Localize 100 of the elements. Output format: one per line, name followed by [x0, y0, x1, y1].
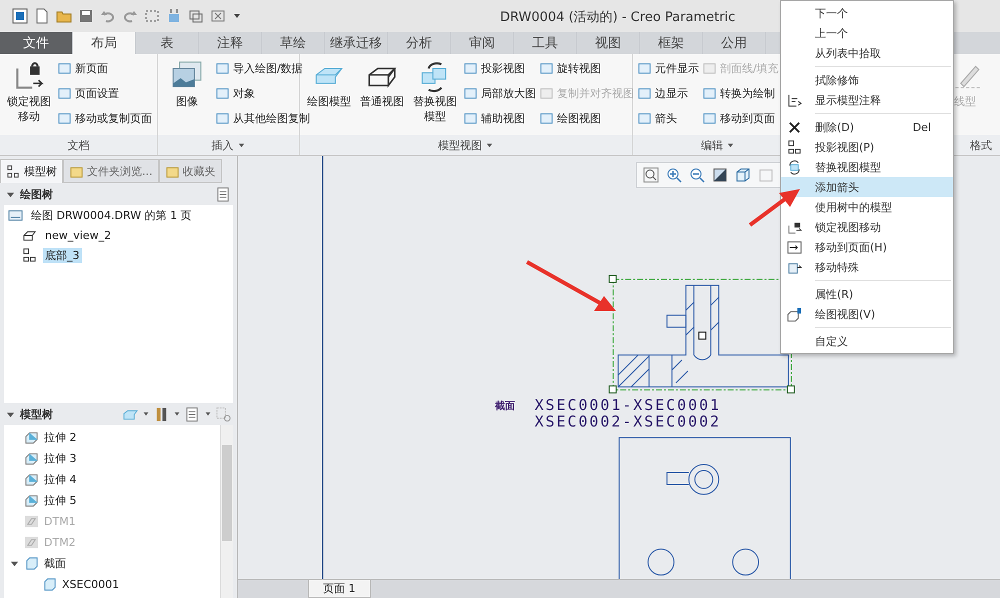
ribbon-button[interactable]: 绘图视图: [539, 108, 634, 129]
caret-icon[interactable]: [236, 140, 246, 150]
extrude-icon: [24, 493, 39, 508]
view-icon: [637, 86, 652, 101]
ribbon-button[interactable]: 局部放大图: [463, 83, 536, 104]
view-icon: [57, 86, 72, 101]
ribbon-button[interactable]: 锁定视图移动: [4, 58, 54, 126]
menu-item[interactable]: 替换视图模型: [781, 157, 953, 177]
menu-item[interactable]: 移动到页面(H): [781, 237, 953, 257]
app-icon[interactable]: [12, 8, 28, 24]
view-icon: [539, 61, 554, 76]
view-icon: [463, 61, 478, 76]
list-settings-icon[interactable]: [216, 186, 231, 202]
list-settings-icon[interactable]: [185, 406, 200, 422]
view-icon: [463, 111, 478, 126]
ribbon-button[interactable]: 页面设置: [57, 83, 152, 104]
ribbon-button[interactable]: 移动或复制页面: [57, 108, 152, 129]
panel-tab[interactable]: 文件夹浏览...: [63, 159, 158, 183]
section-label: 截面: [494, 400, 515, 412]
delete-icon: [786, 120, 802, 134]
caret-icon[interactable]: [173, 410, 181, 418]
collapse-icon[interactable]: [6, 410, 15, 418]
drawing-view-icon: [786, 306, 802, 322]
select-box-icon[interactable]: [144, 8, 160, 24]
ribbon-button[interactable]: 元件显示: [637, 58, 699, 79]
panel-tab[interactable]: 模型树: [0, 159, 63, 183]
zoom-out-icon[interactable]: [689, 167, 705, 183]
section-name: XSEC0002-XSEC0002: [534, 412, 721, 431]
menu-item[interactable]: 使用树中的模型: [781, 197, 953, 217]
save-icon[interactable]: [78, 8, 94, 24]
window-title: DRW0004 (活动的) - Creo Parametric: [500, 9, 736, 26]
view-icon: [702, 86, 717, 101]
page-tab[interactable]: 页面 1: [308, 580, 370, 598]
tree-item[interactable]: new_view_2: [43, 229, 114, 242]
menu-item[interactable]: 上一个: [781, 23, 953, 43]
ribbon-button[interactable]: 图像: [162, 58, 212, 111]
tree-item[interactable]: 绘图 DRW0004.DRW 的第 1 页: [29, 208, 194, 223]
section-icon: [24, 556, 39, 571]
view-icon: [215, 61, 230, 76]
panel-tab[interactable]: 收藏夹: [158, 159, 222, 183]
view-icon: [215, 86, 230, 101]
zoom-in-icon[interactable]: [666, 167, 682, 183]
cube-icon[interactable]: [735, 167, 751, 183]
zoom-fit-icon[interactable]: [643, 167, 659, 183]
projection-icon: [786, 140, 802, 154]
menu-item[interactable]: 属性(R): [781, 284, 953, 304]
tree-item[interactable]: 拉伸 3: [10, 450, 214, 467]
caret-icon[interactable]: [204, 410, 212, 418]
close-window-icon[interactable]: [210, 8, 226, 24]
ribbon-tab[interactable]: 文件: [0, 32, 73, 54]
expand-icon[interactable]: [10, 559, 19, 568]
datum-plane-icon: [24, 514, 39, 529]
ribbon-button[interactable]: 从其他绘图复制: [215, 108, 310, 129]
view-icon: [637, 111, 652, 126]
menu-item[interactable]: 绘图视图(V): [781, 304, 953, 324]
ribbon-button[interactable]: 辅助视图: [463, 108, 536, 129]
menu-item[interactable]: 添加箭头: [781, 177, 953, 197]
view-icon: [215, 111, 230, 126]
menu-item[interactable]: 下一个: [781, 3, 953, 23]
view-icon: [57, 111, 72, 126]
menu-item[interactable]: 自定义: [781, 331, 953, 351]
menu-item[interactable]: 删除(D) Del: [781, 117, 953, 137]
selection-handle[interactable]: [786, 385, 795, 394]
ribbon-button[interactable]: 转换为绘制: [702, 83, 779, 104]
top-view-drawing[interactable]: [618, 437, 791, 579]
tree-item[interactable]: 底部_3: [43, 248, 82, 263]
caret-icon[interactable]: [142, 410, 150, 418]
windows-icon[interactable]: [188, 8, 204, 24]
selection-handle[interactable]: [608, 385, 617, 394]
scrollbar[interactable]: [220, 425, 233, 598]
caret-icon[interactable]: [485, 140, 494, 150]
ribbon-button[interactable]: 旋转视图: [539, 58, 634, 79]
view-icon: [637, 61, 652, 76]
tree-item[interactable]: XSEC0001: [10, 576, 214, 593]
new-file-icon[interactable]: [34, 8, 50, 24]
view-icon: [702, 111, 717, 126]
collapse-icon[interactable]: [6, 190, 15, 198]
tree-item[interactable]: 拉伸 5: [10, 492, 214, 509]
shortcut-text: Del: [912, 120, 932, 134]
ribbon-button[interactable]: 新页面: [57, 58, 152, 79]
ribbon-button[interactable]: 投影视图: [463, 58, 536, 79]
repaint-icon[interactable]: [712, 167, 728, 183]
move-to-page-icon: [786, 240, 802, 254]
tree-item[interactable]: 拉伸 2: [10, 429, 214, 446]
caret-icon[interactable]: [726, 140, 735, 150]
sheet-icon: [8, 208, 23, 223]
ribbon-button[interactable]: 替换视图模型: [410, 58, 460, 126]
selection-handle[interactable]: [698, 332, 706, 340]
ribbon-button[interactable]: 边显示: [637, 83, 699, 104]
selection-handle[interactable]: [608, 274, 617, 283]
tree-item[interactable]: 拉伸 4: [10, 471, 214, 488]
group-label: 插入: [158, 135, 299, 155]
menu-item[interactable]: 移动特殊: [781, 257, 953, 277]
view-icon: [702, 61, 717, 76]
ribbon-tab[interactable]: 布局: [73, 32, 136, 54]
ribbon-button[interactable]: 箭头: [637, 108, 699, 129]
ribbon-button[interactable]: 移动到页面: [702, 108, 779, 129]
menu-item[interactable]: 锁定视图移动: [781, 217, 953, 237]
ribbon-button[interactable]: 普通视图: [357, 58, 407, 111]
tree-item[interactable]: 截面: [10, 555, 214, 572]
